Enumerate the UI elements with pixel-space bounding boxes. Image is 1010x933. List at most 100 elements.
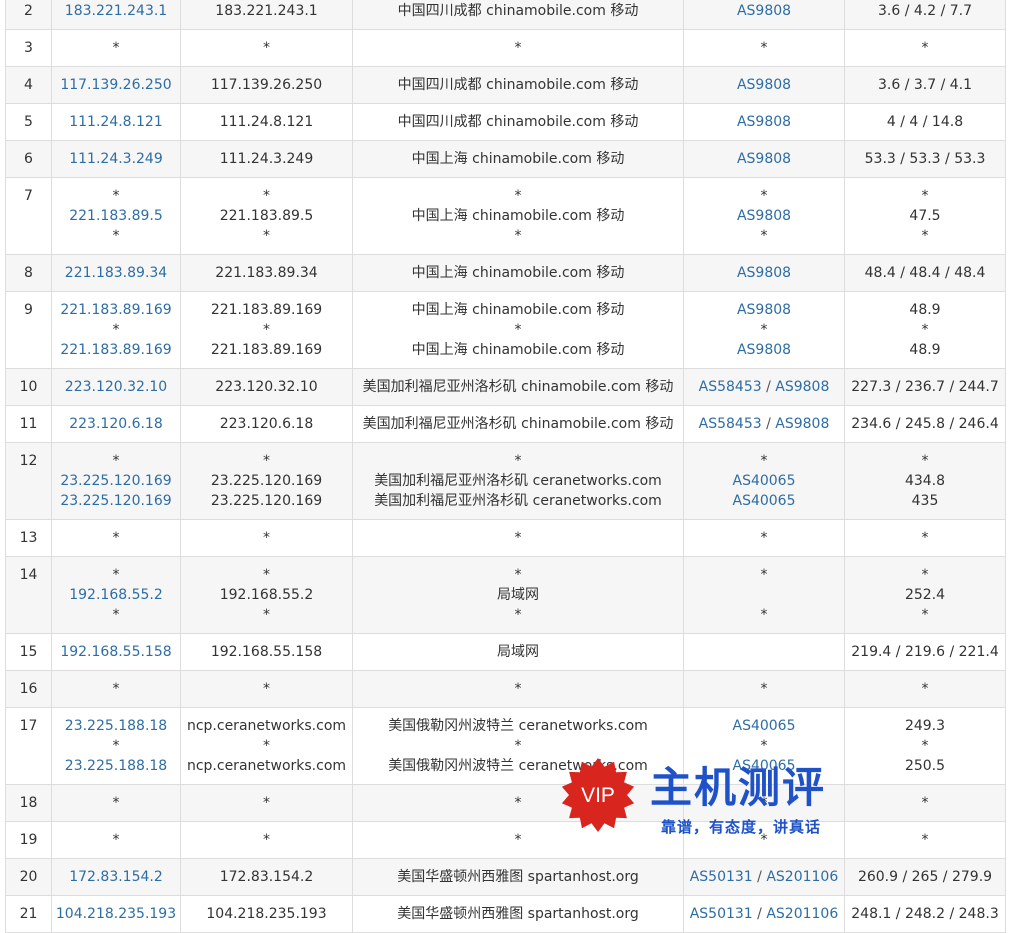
ip-link[interactable]: 221.183.89.34	[53, 263, 180, 283]
hostname-cell: *	[180, 784, 353, 822]
ip-link[interactable]: 221.183.89.169	[53, 340, 180, 360]
ip-link[interactable]: 221.183.89.5	[53, 206, 180, 226]
ip-link[interactable]: 23.225.120.169	[53, 471, 180, 491]
asn-link[interactable]: AS9808	[737, 114, 791, 130]
ip-cell: 111.24.8.121	[51, 103, 181, 141]
hostname-text: 183.221.243.1	[215, 3, 318, 19]
ip-link[interactable]: 23.225.188.18	[53, 716, 180, 736]
table-row: 18 * * * * *	[5, 784, 1006, 822]
asn-line: *	[685, 830, 844, 850]
hop-number: 8	[24, 265, 33, 281]
asn-link[interactable]: AS9808	[737, 77, 791, 93]
asn-cell-lines: AS40065 * AS40065	[685, 709, 844, 777]
location-text: 美国华盛顿州西雅图 spartanhost.org	[397, 906, 639, 922]
asn-link[interactable]: AS40065	[733, 718, 796, 734]
asn-link[interactable]: AS40065	[733, 758, 796, 774]
location-cell: 中国上海 chinamobile.com 移动	[352, 140, 684, 178]
hostname-cell-lines: 111.24.8.121	[182, 105, 352, 133]
hostname-cell-lines: *	[182, 521, 352, 549]
hop-cell: 2	[5, 0, 52, 30]
hostname-text: 192.168.55.2	[219, 587, 314, 603]
asn-link[interactable]: AS40065	[733, 493, 796, 509]
asn-cell-lines: AS9808	[685, 142, 844, 170]
location-text: *	[514, 832, 522, 848]
ip-link[interactable]: 117.139.26.250	[53, 75, 180, 95]
hostname-cell: * 192.168.55.2 *	[180, 556, 353, 634]
asn-link[interactable]: AS9808	[737, 265, 791, 281]
asn-line: *	[685, 565, 844, 585]
asn-text: *	[760, 228, 768, 244]
asn-line: *	[685, 186, 844, 206]
asn-line: *	[685, 605, 844, 625]
location-cell-lines: 美国俄勒冈州波特兰 ceranetworks.com * 美国俄勒冈州波特兰 cer…	[354, 709, 683, 777]
ip-link: *	[112, 322, 120, 338]
latency-text: *	[921, 567, 929, 583]
ip-link[interactable]: 223.120.6.18	[53, 414, 180, 434]
ip-link[interactable]: 23.225.120.169	[53, 491, 180, 511]
asn-cell-lines: AS9808	[685, 0, 844, 21]
asn-link[interactable]: AS9808	[737, 3, 791, 19]
table-row: 14 * 192.168.55.2 * * 192.168.55.2 * * 局域网 * * * * 25…	[5, 556, 1006, 634]
ip-link[interactable]: 111.24.8.121	[53, 112, 180, 132]
hostname-cell: * 23.225.120.169 23.225.120.169	[180, 442, 353, 520]
location-cell-lines: 美国华盛顿州西雅图 spartanhost.org	[354, 860, 683, 888]
location-text: *	[514, 738, 522, 754]
asn-link[interactable]: AS9808	[737, 342, 791, 358]
hop-number: 13	[19, 530, 38, 546]
asn-link[interactable]: AS9808	[737, 302, 791, 318]
ip-cell-lines: 117.139.26.250	[53, 68, 180, 96]
latency-cell-lines: *	[846, 672, 1005, 700]
ip-link[interactable]: 23.225.188.18	[53, 756, 180, 776]
ip-link[interactable]: 192.168.55.2	[53, 585, 180, 605]
hop-number: 6	[24, 151, 33, 167]
asn-link[interactable]: AS9808	[775, 379, 829, 395]
ip-link[interactable]: 104.218.235.193	[53, 904, 180, 924]
ip-link[interactable]: 192.168.55.158	[53, 642, 180, 662]
ip-cell: * 221.183.89.5 *	[51, 177, 181, 255]
location-text: 中国上海 chinamobile.com 移动	[411, 208, 625, 224]
ip-link[interactable]: 111.24.3.249	[53, 149, 180, 169]
latency-text: 252.4	[904, 587, 946, 603]
asn-link[interactable]: AS58453	[699, 416, 762, 432]
ip-link[interactable]: 223.120.32.10	[53, 377, 180, 397]
asn-link[interactable]: AS9808	[775, 416, 829, 432]
asn-link[interactable]: AS40065	[733, 473, 796, 489]
ip-cell-lines: *	[53, 786, 180, 814]
hop-number: 14	[19, 567, 38, 583]
hostname-text: ncp.ceranetworks.com	[186, 718, 347, 734]
asn-link[interactable]: AS58453	[699, 379, 762, 395]
latency-cell: 48.9 * 48.9	[844, 291, 1006, 369]
asn-cell: AS58453 / AS9808	[683, 405, 845, 443]
ip-link[interactable]: 172.83.154.2	[53, 867, 180, 887]
location-text: *	[514, 681, 522, 697]
asn-link[interactable]: AS9808	[737, 208, 791, 224]
asn-cell: * AS40065 AS40065	[683, 442, 845, 520]
ip-link: *	[112, 453, 120, 469]
latency-text: *	[921, 832, 929, 848]
ip-link[interactable]: 183.221.243.1	[53, 1, 180, 21]
location-text: *	[514, 530, 522, 546]
hostname-text: ncp.ceranetworks.com	[186, 758, 347, 774]
asn-separator: /	[761, 379, 776, 395]
asn-line: AS9808	[685, 75, 844, 95]
latency-cell: *	[844, 821, 1006, 859]
latency-cell: *	[844, 784, 1006, 822]
asn-link[interactable]: AS50131	[690, 906, 753, 922]
hop-number: 19	[19, 832, 38, 848]
asn-link[interactable]: AS9808	[737, 151, 791, 167]
asn-cell-lines: *	[685, 786, 844, 814]
ip-link[interactable]: 221.183.89.169	[53, 300, 180, 320]
latency-text: 4 / 4 / 14.8	[886, 114, 964, 130]
ip-link: *	[112, 567, 120, 583]
latency-text: *	[921, 795, 929, 811]
traceroute-table: 2 183.221.243.1 183.221.243.1 中国四川成都 chinam…	[5, 0, 1006, 933]
ip-cell-lines: 111.24.3.249	[53, 142, 180, 170]
hostname-cell-lines: ncp.ceranetworks.com * ncp.ceranetworks.co…	[182, 709, 352, 777]
asn-link[interactable]: AS50131	[690, 869, 753, 885]
latency-text: 3.6 / 4.2 / 7.7	[877, 3, 973, 19]
asn-link[interactable]: AS201106	[766, 906, 838, 922]
latency-cell-lines: 234.6 / 245.8 / 246.4	[846, 407, 1005, 435]
hostname-cell-lines: 223.120.6.18	[182, 407, 352, 435]
ip-link: *	[112, 832, 120, 848]
asn-link[interactable]: AS201106	[766, 869, 838, 885]
